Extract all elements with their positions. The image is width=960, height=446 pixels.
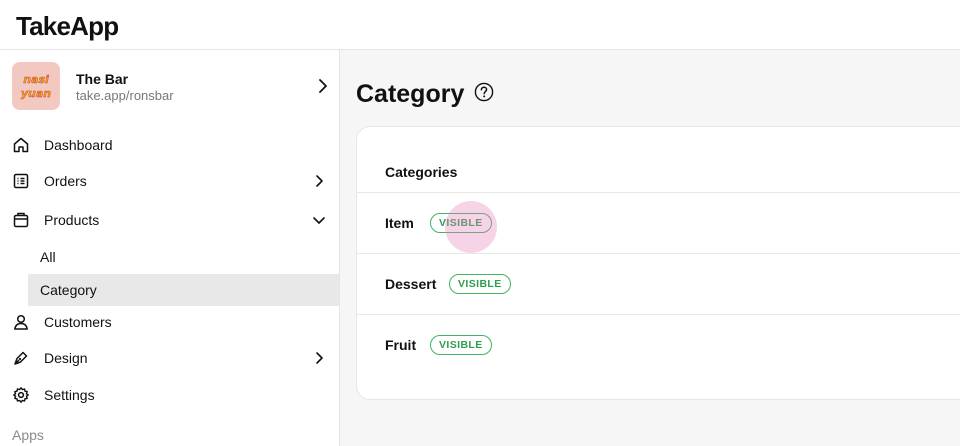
sidebar-item-label: Dashboard [44,137,113,153]
app-logo[interactable]: TakeApp [16,11,119,42]
chevron-right-icon [311,173,327,189]
user-icon [12,313,30,331]
sidebar-item-label: Orders [44,173,87,189]
status-badge: VISIBLE [449,274,511,294]
sidebar-item-dashboard[interactable]: Dashboard [0,128,339,162]
category-row[interactable]: Dessert VISIBLE [357,254,960,314]
sidebar-item-label: Settings [44,387,95,403]
category-name: Item [385,215,414,231]
store-name: The Bar [76,71,129,87]
category-row[interactable]: Item VISIBLE [357,193,960,253]
main-content: Category Categories Item VISIBLE Dessert… [340,50,960,446]
sidebar-subitem-category[interactable]: Category [28,274,339,306]
chevron-right-icon [315,78,331,94]
sidebar-item-design[interactable]: Design [0,341,339,375]
orders-icon [12,172,30,190]
sidebar-item-orders[interactable]: Orders [0,164,339,198]
top-bar: TakeApp [0,0,960,50]
categories-header: Categories [385,164,458,180]
sidebar-item-label: Products [44,212,100,228]
sidebar-item-settings[interactable]: Settings [0,378,339,412]
gear-icon [12,386,30,404]
category-name: Dessert [385,276,437,292]
page-title: Category [356,80,465,108]
sidebar-subitem-label: Category [40,282,97,298]
category-name: Fruit [385,337,417,353]
sidebar: nasi yuan The Bar take.app/ronsbar Dashb… [0,50,340,446]
svg-text:yuan: yuan [21,87,51,100]
products-icon [12,211,30,229]
sidebar-item-label: Customers [44,314,112,330]
status-badge: VISIBLE [430,335,492,355]
store-url: take.app/ronsbar [76,88,174,103]
apps-section-label: Apps [12,427,44,443]
sidebar-item-label: Design [44,350,88,366]
sidebar-subitem-label: All [40,249,56,265]
status-badge: VISIBLE [430,213,492,233]
sidebar-subitem-all[interactable]: All [28,241,339,273]
chevron-right-icon [311,350,327,366]
home-icon [12,136,30,154]
categories-card: Categories Item VISIBLE Dessert VISIBLE … [356,126,960,400]
store-switcher[interactable]: nasi yuan The Bar take.app/ronsbar [0,50,339,126]
sidebar-item-customers[interactable]: Customers [0,305,339,339]
pen-icon [12,349,30,367]
store-avatar: nasi yuan [12,62,60,110]
svg-text:nasi: nasi [23,73,49,86]
sidebar-item-products[interactable]: Products [0,203,339,237]
chevron-down-icon [311,212,327,228]
category-row[interactable]: Fruit VISIBLE [357,315,960,375]
help-icon[interactable] [474,82,494,102]
